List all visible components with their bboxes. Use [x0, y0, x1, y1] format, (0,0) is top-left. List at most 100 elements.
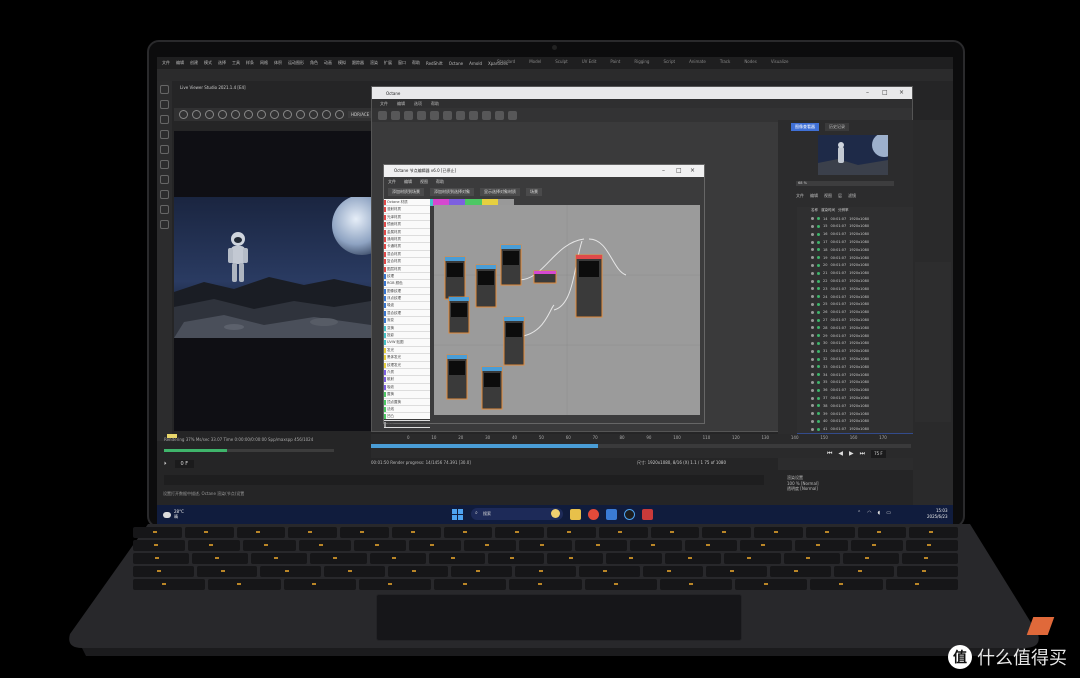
- region-icon[interactable]: [244, 110, 253, 119]
- keyboard-key[interactable]: [724, 553, 781, 564]
- table-row[interactable]: 22 00:01:07 1920x1080: [797, 277, 913, 285]
- keyboard-key[interactable]: [387, 566, 449, 577]
- category-item[interactable]: 金属材质: [384, 229, 430, 236]
- next-frame-icon[interactable]: ⏭: [860, 450, 865, 458]
- table-row[interactable]: 14 00:01:07 1920x1080: [797, 215, 913, 223]
- table-row[interactable]: 18 00:01:07 1920x1080: [797, 246, 913, 254]
- keyboard-key[interactable]: [805, 527, 855, 538]
- category-item[interactable]: 纹理发光: [384, 362, 430, 369]
- menu-item[interactable]: 帮助: [412, 60, 420, 66]
- keyboard-key[interactable]: [443, 527, 493, 538]
- tab-image-viewer[interactable]: 图像查看器: [791, 123, 819, 131]
- category-item[interactable]: 光泽材质: [384, 214, 430, 222]
- keyboard-key[interactable]: [464, 540, 517, 551]
- save-icon[interactable]: [391, 110, 400, 120]
- keyboard-key[interactable]: [192, 553, 249, 564]
- table-row[interactable]: 27 00:01:07 1920x1080: [797, 316, 913, 324]
- keyboard-key[interactable]: [629, 540, 683, 551]
- eye-icon[interactable]: [811, 224, 814, 228]
- menu-item[interactable]: 创建: [190, 60, 198, 66]
- table-row[interactable]: 41 00:01:07 1920x1080: [797, 425, 913, 433]
- table-row[interactable]: 26 00:01:07 1920x1080: [797, 308, 913, 316]
- keyboard-key[interactable]: [735, 579, 808, 590]
- layout-tab[interactable]: Visualize: [771, 59, 789, 64]
- menu-item[interactable]: 层: [838, 193, 842, 199]
- keyboard-key[interactable]: [897, 566, 958, 577]
- maximize-icon[interactable]: □: [676, 167, 682, 174]
- category-item[interactable]: 置换: [384, 391, 430, 399]
- taskbar-clock[interactable]: 15:03 2025/6/23: [927, 508, 948, 520]
- keyboard-key[interactable]: [546, 553, 604, 564]
- layout-tab[interactable]: Rigging: [634, 59, 649, 64]
- category-item[interactable]: 复合材质: [384, 258, 430, 266]
- menu-item[interactable]: 选项: [414, 101, 422, 107]
- eye-icon[interactable]: [811, 380, 814, 384]
- eye-icon[interactable]: [811, 271, 814, 275]
- keyboard-key[interactable]: [298, 540, 351, 551]
- keyboard-key[interactable]: [519, 540, 572, 551]
- config-item[interactable]: 透明度 [Normal]: [787, 486, 947, 492]
- windows-start-icon[interactable]: [452, 509, 463, 520]
- category-item[interactable]: 介质: [384, 369, 430, 377]
- menu-item[interactable]: 编辑: [810, 193, 818, 199]
- chevron-up-icon[interactable]: ⌃: [857, 510, 861, 516]
- menu-item[interactable]: 编辑: [176, 60, 184, 66]
- octane-app-icon[interactable]: [642, 509, 653, 520]
- keyboard-key[interactable]: [606, 553, 663, 564]
- clay-icon[interactable]: [296, 110, 305, 119]
- category-item[interactable]: 变换: [384, 325, 430, 333]
- table-row[interactable]: 15 00:01:07 1920x1080: [797, 223, 913, 231]
- keyboard-key[interactable]: [901, 553, 958, 564]
- undo-icon[interactable]: [495, 110, 504, 120]
- keyboard-key[interactable]: [369, 553, 426, 564]
- keyboard-key[interactable]: [810, 579, 883, 590]
- sphere-icon[interactable]: [430, 110, 439, 120]
- camera-icon[interactable]: [482, 110, 491, 120]
- node-editor-title-bar[interactable]: Octane 节点编辑器 v6.0 [已停止] – □ ×: [384, 165, 704, 177]
- category-item[interactable]: 混合纹理: [384, 310, 430, 318]
- layout-tab[interactable]: Sculpt: [555, 59, 568, 64]
- category-item[interactable]: 镜面材质: [384, 221, 430, 229]
- keyboard-key[interactable]: [451, 566, 513, 577]
- play-button[interactable]: ⏵: [164, 461, 167, 467]
- keyboard-key[interactable]: [578, 566, 640, 577]
- zoom-slider[interactable]: 68 %: [796, 181, 894, 186]
- eye-icon[interactable]: [811, 217, 814, 221]
- eye-icon[interactable]: [811, 349, 814, 353]
- menu-item[interactable]: 渲染: [370, 60, 378, 66]
- keyboard-key[interactable]: [650, 527, 700, 538]
- table-row[interactable]: 21 00:01:07 1920x1080: [797, 269, 913, 277]
- category-item[interactable]: 法线: [384, 406, 430, 414]
- edge-tool-icon[interactable]: [160, 160, 169, 169]
- keyboard-key[interactable]: [659, 579, 733, 590]
- table-row[interactable]: 16 00:01:07 1920x1080: [797, 230, 913, 238]
- eye-icon[interactable]: [811, 373, 814, 377]
- material-icon[interactable]: [417, 110, 426, 120]
- eye-icon[interactable]: [811, 334, 814, 338]
- eye-icon[interactable]: [811, 365, 814, 369]
- keyboard-key[interactable]: [495, 527, 544, 538]
- end-field[interactable]: 75 F: [871, 450, 886, 458]
- keyboard-key[interactable]: [391, 527, 441, 538]
- keyboard-key[interactable]: [547, 527, 596, 538]
- scene-button[interactable]: 场景: [526, 187, 542, 196]
- eye-icon[interactable]: [811, 240, 814, 244]
- menu-item[interactable]: 文件: [388, 179, 396, 185]
- keyboard-key[interactable]: [133, 553, 190, 564]
- layout-tab[interactable]: Script: [663, 59, 675, 64]
- volume-icon[interactable]: ◖: [878, 510, 881, 516]
- keyboard-key[interactable]: [509, 579, 582, 590]
- keyboard-key[interactable]: [358, 579, 432, 590]
- keyboard-key[interactable]: [133, 527, 182, 538]
- table-row[interactable]: 34 00:01:07 1920x1080: [797, 371, 913, 379]
- prev-frame-icon[interactable]: ◀: [838, 450, 843, 458]
- category-item[interactable]: 图像纹理: [384, 288, 430, 296]
- copilot-icon[interactable]: [551, 509, 560, 518]
- eye-icon[interactable]: [811, 310, 814, 314]
- keyboard-key[interactable]: [133, 566, 194, 577]
- menu-item[interactable]: 扩展: [384, 60, 392, 66]
- keyboard-key[interactable]: [598, 527, 648, 538]
- menu-item[interactable]: 文件: [162, 60, 170, 66]
- category-item[interactable]: 纹理: [384, 273, 430, 281]
- octane-title-bar[interactable]: Octane – □ ×: [372, 87, 912, 99]
